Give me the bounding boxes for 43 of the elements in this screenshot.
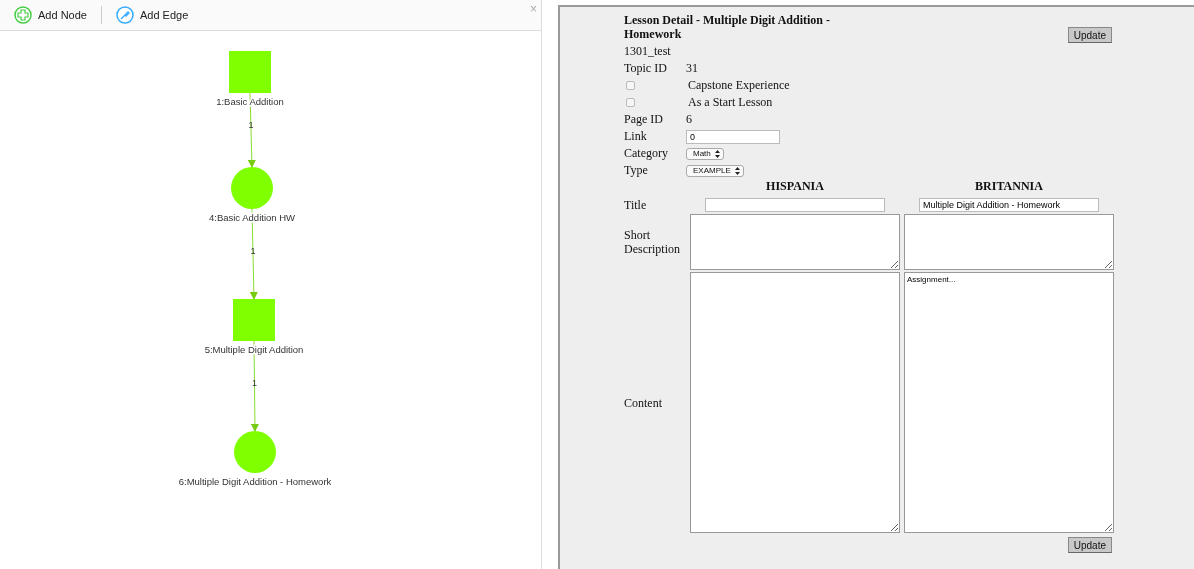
circle-node[interactable]: [234, 431, 276, 473]
node-label: 6:Multiple Digit Addition - Homework: [178, 476, 332, 487]
row-label: Title: [624, 198, 648, 212]
title-input[interactable]: [705, 198, 885, 212]
updown-arrows-icon: [714, 149, 720, 158]
field-label: Page ID: [624, 112, 664, 127]
update-button[interactable]: Update: [1067, 537, 1112, 553]
lesson-code: 1301_test: [624, 44, 671, 59]
update-button[interactable]: Update: [1067, 27, 1112, 43]
field-value: 31: [686, 61, 698, 76]
content-field[interactable]: [690, 272, 900, 533]
language-heading: HISPANIA: [765, 179, 825, 195]
row-label: Short Description: [624, 227, 681, 258]
checkbox[interactable]: [626, 98, 635, 107]
dropdown[interactable]: EXAMPLE: [686, 164, 744, 177]
plus-circle-icon: [14, 6, 32, 24]
pen-circle-icon: [115, 6, 134, 24]
lesson-title: Lesson Detail - Multiple Digit Addition - Homework: [624, 13, 831, 41]
language-heading: BRITANNIA: [974, 179, 1044, 195]
edge-label: 1: [252, 378, 257, 388]
field-label: Topic ID: [624, 61, 668, 76]
field-label: Category: [624, 146, 669, 161]
add-edge-button[interactable]: Add Edge: [111, 6, 193, 24]
square-node[interactable]: [233, 299, 275, 341]
content-field[interactable]: Assignment...: [904, 272, 1114, 533]
row-label: Content: [624, 394, 663, 412]
square-node[interactable]: [229, 51, 271, 93]
link-input[interactable]: 0: [686, 129, 780, 144]
checkbox[interactable]: [626, 81, 635, 90]
edge-label: 1: [248, 120, 254, 130]
circle-node[interactable]: [231, 167, 273, 209]
field-value: 6: [686, 112, 692, 127]
dropdown[interactable]: Math: [686, 147, 724, 160]
add-node-button[interactable]: Add Node: [10, 6, 91, 24]
updown-arrows-icon: [734, 166, 740, 175]
field-label: Link: [624, 129, 648, 144]
title-input[interactable]: Multiple Digit Addition - Homework: [919, 198, 1099, 212]
field-label: Type: [624, 163, 649, 178]
checkbox-label: As a Start Lesson: [688, 95, 773, 110]
description-field[interactable]: [904, 214, 1114, 270]
checkbox-label: Capstone Experience: [688, 78, 790, 93]
description-field[interactable]: [690, 214, 900, 270]
edge-label: 1: [250, 246, 256, 256]
